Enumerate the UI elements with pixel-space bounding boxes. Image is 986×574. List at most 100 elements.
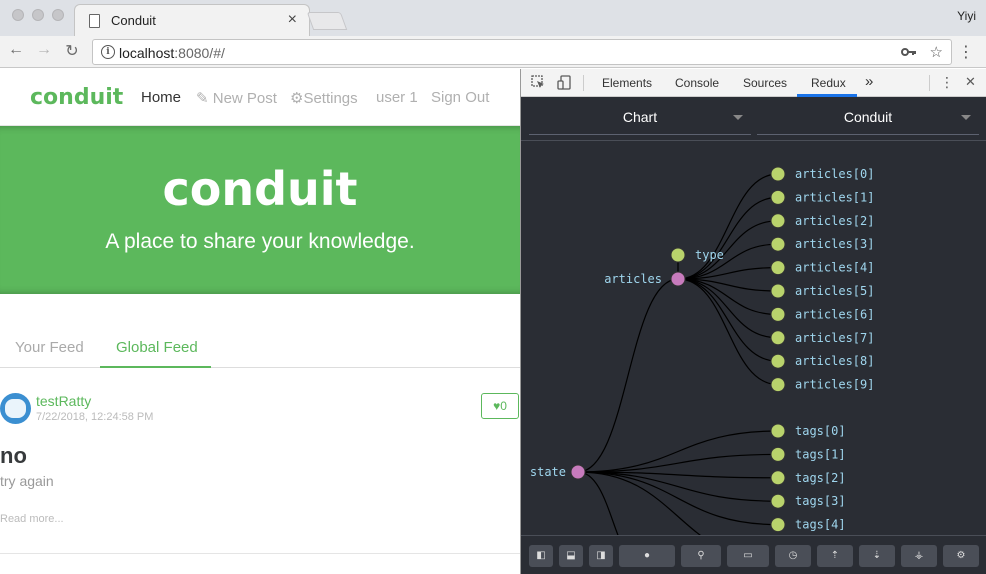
tree-link[interactable] bbox=[577, 430, 779, 473]
tree-node-label[interactable]: articles[6] bbox=[795, 307, 874, 321]
tree-link[interactable] bbox=[677, 173, 779, 280]
tree-node-leaf[interactable] bbox=[770, 189, 786, 205]
tree-link[interactable] bbox=[677, 278, 779, 339]
tree-node-label[interactable]: tags[1] bbox=[795, 447, 846, 461]
tree-node-label[interactable]: articles[2] bbox=[795, 214, 874, 228]
tab-sources[interactable]: Sources bbox=[743, 76, 787, 90]
state-tree-svg[interactable]: state articles type articles[0] articles[1] a… bbox=[521, 141, 986, 535]
tree-link[interactable] bbox=[577, 471, 778, 535]
tree-node-leaf[interactable] bbox=[770, 283, 786, 299]
tree-node-leaf[interactable] bbox=[770, 470, 786, 486]
pin-icon[interactable]: ⚲ bbox=[681, 545, 721, 567]
tree-node-leaf[interactable] bbox=[770, 330, 786, 346]
tree-link[interactable] bbox=[677, 278, 779, 362]
forward-icon[interactable]: → bbox=[34, 41, 54, 59]
tree-link[interactable] bbox=[577, 278, 679, 473]
star-icon[interactable]: ☆ bbox=[930, 43, 943, 61]
nav-user[interactable]: user 1 bbox=[376, 89, 418, 106]
tree-node-label[interactable]: articles[5] bbox=[795, 284, 874, 298]
tree-node-label[interactable]: articles[7] bbox=[795, 331, 874, 345]
tab-elements[interactable]: Elements bbox=[602, 76, 652, 90]
tree-link[interactable] bbox=[577, 453, 779, 473]
info-icon[interactable]: i bbox=[101, 45, 115, 59]
tree-node-label[interactable]: tags[3] bbox=[795, 494, 846, 508]
article-title[interactable]: no bbox=[0, 443, 27, 469]
store-select[interactable]: Conduit bbox=[757, 105, 979, 135]
browser-tab[interactable]: Conduit × bbox=[74, 4, 310, 36]
tree-link[interactable] bbox=[677, 220, 779, 280]
tree-link[interactable] bbox=[577, 471, 648, 535]
tree-node-label[interactable]: articles[8] bbox=[795, 354, 874, 368]
tab-your-feed[interactable]: Your Feed bbox=[15, 339, 84, 356]
tree-node-label[interactable]: state bbox=[530, 465, 566, 479]
tree-node-label[interactable]: type bbox=[695, 248, 724, 262]
tree-node-leaf[interactable] bbox=[770, 377, 786, 393]
tree-node-leaf[interactable] bbox=[770, 213, 786, 229]
minimize-window-button[interactable] bbox=[32, 9, 44, 21]
tree-node-leaf[interactable] bbox=[770, 353, 786, 369]
menu-icon[interactable]: ⋮ bbox=[958, 42, 974, 62]
tree-node-label[interactable]: articles[4] bbox=[795, 261, 874, 275]
address-bar[interactable]: i localhost:8080/#/ ☆ bbox=[92, 39, 952, 65]
tree-node-type[interactable] bbox=[670, 247, 686, 263]
tree-node-leaf[interactable] bbox=[770, 446, 786, 462]
tree-node-label[interactable]: articles[0] bbox=[795, 167, 874, 181]
timer-icon[interactable]: ◷ bbox=[775, 545, 811, 567]
tree-node-articles[interactable] bbox=[670, 271, 686, 287]
avatar[interactable] bbox=[0, 393, 31, 424]
key-icon[interactable] bbox=[901, 46, 917, 58]
remote-icon[interactable]: ⚶ bbox=[901, 545, 937, 567]
nav-settings[interactable]: ⚙Settings bbox=[290, 89, 358, 107]
tree-node-label[interactable]: articles[9] bbox=[795, 378, 874, 392]
tree-link[interactable] bbox=[577, 471, 779, 502]
devtools-menu-icon[interactable]: ⋮ bbox=[940, 74, 954, 91]
brand-logo[interactable]: conduit bbox=[30, 85, 123, 110]
close-window-button[interactable] bbox=[12, 9, 24, 21]
tree-node-leaf[interactable] bbox=[770, 260, 786, 276]
tree-node-leaf[interactable] bbox=[770, 236, 786, 252]
maximize-window-button[interactable] bbox=[52, 9, 64, 21]
tree-node-leaf[interactable] bbox=[770, 166, 786, 182]
profile-name[interactable]: Yiyi bbox=[957, 9, 976, 23]
tree-node-root[interactable] bbox=[570, 464, 586, 480]
tree-node-label[interactable]: articles[3] bbox=[795, 237, 874, 251]
article-description[interactable]: try again bbox=[0, 473, 54, 489]
monitor-select[interactable]: Chart bbox=[529, 105, 751, 135]
dispatcher-icon[interactable]: ● bbox=[619, 545, 675, 567]
tree-node-leaf[interactable] bbox=[770, 423, 786, 439]
tab-redux[interactable]: Redux bbox=[811, 76, 846, 90]
reload-icon[interactable]: ↻ bbox=[62, 41, 82, 61]
state-tree-chart[interactable]: state articles type articles[0] articles[1] a… bbox=[521, 141, 986, 535]
tree-node-leaf[interactable] bbox=[770, 493, 786, 509]
more-tabs-icon[interactable]: » bbox=[865, 73, 873, 90]
tree-node-label[interactable]: tags[0] bbox=[795, 424, 846, 438]
settings-icon[interactable]: ⚙ bbox=[943, 545, 979, 567]
tree-link[interactable] bbox=[677, 196, 779, 280]
tree-node-leaf[interactable] bbox=[770, 517, 786, 533]
nav-home[interactable]: Home bbox=[141, 89, 181, 106]
read-more-link[interactable]: Read more... bbox=[0, 513, 64, 525]
keyboard-icon[interactable]: ▭ bbox=[727, 545, 769, 567]
device-toolbar-icon[interactable] bbox=[557, 75, 571, 90]
close-tab-icon[interactable]: × bbox=[288, 11, 297, 29]
tree-node-label[interactable]: articles bbox=[604, 272, 662, 286]
nav-sign-out[interactable]: Sign Out bbox=[431, 89, 489, 106]
import-icon[interactable]: ⇣ bbox=[859, 545, 895, 567]
tree-node-label[interactable]: tags[2] bbox=[795, 471, 846, 485]
back-icon[interactable]: ← bbox=[6, 41, 26, 59]
url-text[interactable]: localhost:8080/#/ bbox=[119, 45, 225, 61]
export-icon[interactable]: ⇡ bbox=[817, 545, 853, 567]
new-tab-button[interactable] bbox=[306, 12, 348, 30]
tree-node-label[interactable]: tags[4] bbox=[795, 518, 846, 532]
dock-bottom-icon[interactable]: ⬓ bbox=[559, 545, 583, 567]
tab-global-feed[interactable]: Global Feed bbox=[116, 339, 198, 356]
favorite-button[interactable]: ♥0 bbox=[481, 393, 519, 419]
dock-right-icon[interactable]: ◨ bbox=[589, 545, 613, 567]
tree-link[interactable] bbox=[677, 278, 779, 386]
tree-node-label[interactable]: articles[1] bbox=[795, 190, 874, 204]
close-devtools-icon[interactable]: ✕ bbox=[965, 74, 976, 90]
dock-left-icon[interactable]: ◧ bbox=[529, 545, 553, 567]
tree-node-leaf[interactable] bbox=[770, 306, 786, 322]
author-link[interactable]: testRatty bbox=[36, 393, 91, 409]
inspect-icon[interactable] bbox=[531, 75, 545, 89]
